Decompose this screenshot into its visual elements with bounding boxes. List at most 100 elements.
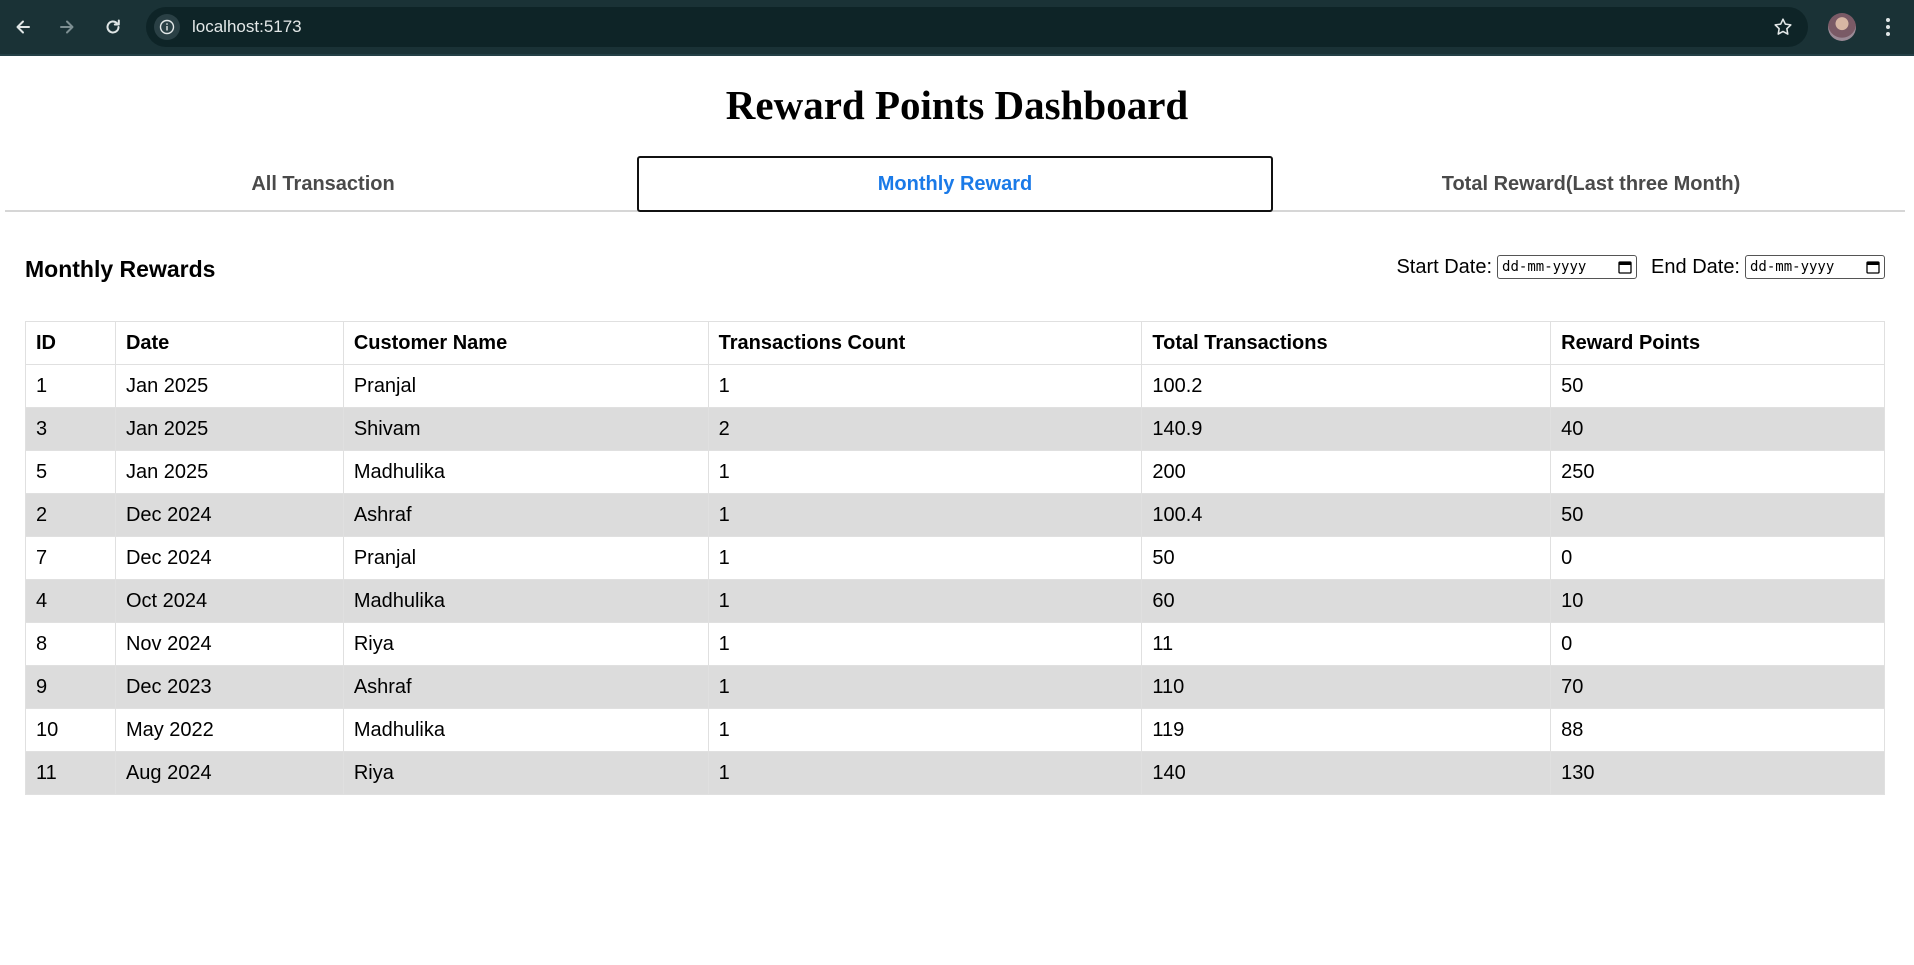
cell-reward-points: 10 (1550, 579, 1885, 623)
column-header-transactions-count: Transactions Count (707, 321, 1143, 365)
cell-date: Jan 2025 (114, 407, 344, 451)
cell-id: 2 (25, 493, 116, 537)
cell-date: Jan 2025 (114, 364, 344, 408)
cell-customer-name: Madhulika (342, 450, 709, 494)
cell-transactions-count: 1 (707, 450, 1143, 494)
profile-avatar[interactable] (1828, 13, 1856, 41)
cell-transactions-count: 1 (707, 751, 1143, 795)
table-header-row: ID Date Customer Name Transactions Count… (25, 321, 1885, 365)
start-date-label: Start Date: (1396, 255, 1493, 278)
cell-reward-points: 70 (1550, 665, 1885, 709)
cell-total-transactions: 140 (1141, 751, 1552, 795)
cell-date: May 2022 (114, 708, 344, 752)
cell-reward-points: 88 (1550, 708, 1885, 752)
table-row: 5 Jan 2025 Madhulika 1 200 250 (25, 450, 1885, 494)
cell-id: 5 (25, 450, 116, 494)
cell-date: Dec 2023 (114, 665, 344, 709)
cell-transactions-count: 1 (707, 622, 1143, 666)
cell-date: Oct 2024 (114, 579, 344, 623)
table-row: 11 Aug 2024 Riya 1 140 130 (25, 751, 1885, 795)
cell-transactions-count: 1 (707, 493, 1143, 537)
cell-date: Nov 2024 (114, 622, 344, 666)
back-arrow-icon[interactable] (8, 12, 38, 42)
cell-transactions-count: 2 (707, 407, 1143, 451)
cell-transactions-count: 1 (707, 708, 1143, 752)
cell-reward-points: 40 (1550, 407, 1885, 451)
cell-date: Dec 2024 (114, 536, 344, 580)
calendar-icon[interactable] (1866, 260, 1880, 274)
table-row: 1 Jan 2025 Pranjal 1 100.2 50 (25, 364, 1885, 408)
bookmark-star-icon[interactable] (1772, 16, 1794, 38)
cell-total-transactions: 140.9 (1141, 407, 1552, 451)
date-filters: Start Date: dd-mm-yyyy End Date: dd-mm-y… (1396, 255, 1885, 279)
tab-total-reward[interactable]: Total Reward(Last three Month) (1273, 156, 1909, 212)
cell-customer-name: Ashraf (342, 493, 709, 537)
cell-reward-points: 130 (1550, 751, 1885, 795)
cell-total-transactions: 50 (1141, 536, 1552, 580)
tab-monthly-reward[interactable]: Monthly Reward (637, 156, 1273, 212)
monthly-rewards-table: ID Date Customer Name Transactions Count… (25, 321, 1885, 795)
column-header-reward-points: Reward Points (1550, 321, 1885, 365)
cell-date: Dec 2024 (114, 493, 344, 537)
table-row: 8 Nov 2024 Riya 1 11 0 (25, 622, 1885, 666)
start-date-input[interactable]: dd-mm-yyyy (1497, 255, 1638, 279)
cell-total-transactions: 60 (1141, 579, 1552, 623)
cell-id: 3 (25, 407, 116, 451)
column-header-date: Date (114, 321, 344, 365)
cell-total-transactions: 100.4 (1141, 493, 1552, 537)
cell-total-transactions: 100.2 (1141, 364, 1552, 408)
cell-total-transactions: 200 (1141, 450, 1552, 494)
table-row: 4 Oct 2024 Madhulika 1 60 10 (25, 579, 1885, 623)
end-date-placeholder: dd-mm-yyyy (1750, 259, 1835, 275)
cell-customer-name: Riya (342, 622, 709, 666)
page-content: Reward Points Dashboard All Transaction … (0, 58, 1914, 965)
start-date-placeholder: dd-mm-yyyy (1502, 259, 1587, 275)
address-url[interactable]: localhost:5173 (192, 7, 302, 47)
cell-transactions-count: 1 (707, 364, 1143, 408)
calendar-icon[interactable] (1618, 260, 1632, 274)
cell-id: 10 (25, 708, 116, 752)
browser-toolbar: localhost:5173 (0, 0, 1914, 56)
cell-customer-name: Madhulika (342, 708, 709, 752)
cell-total-transactions: 119 (1141, 708, 1552, 752)
end-date-input[interactable]: dd-mm-yyyy (1745, 255, 1885, 279)
cell-customer-name: Shivam (342, 407, 709, 451)
column-header-customer-name: Customer Name (342, 321, 709, 365)
column-header-total-transactions: Total Transactions (1141, 321, 1552, 365)
cell-customer-name: Madhulika (342, 579, 709, 623)
table-row: 9 Dec 2023 Ashraf 1 110 70 (25, 665, 1885, 709)
cell-reward-points: 50 (1550, 493, 1885, 537)
cell-customer-name: Pranjal (342, 536, 709, 580)
reload-icon[interactable] (98, 12, 128, 42)
end-date-label: End Date: (1651, 255, 1740, 278)
cell-id: 9 (25, 665, 116, 709)
cell-reward-points: 250 (1550, 450, 1885, 494)
cell-id: 11 (25, 751, 116, 795)
cell-customer-name: Ashraf (342, 665, 709, 709)
kebab-menu-icon[interactable] (1874, 12, 1902, 42)
address-bar[interactable]: localhost:5173 (146, 7, 1808, 47)
cell-total-transactions: 11 (1141, 622, 1552, 666)
cell-customer-name: Riya (342, 751, 709, 795)
cell-transactions-count: 1 (707, 536, 1143, 580)
cell-date: Jan 2025 (114, 450, 344, 494)
forward-arrow-icon[interactable] (52, 12, 82, 42)
cell-id: 8 (25, 622, 116, 666)
tab-bar: All Transaction Monthly Reward Total Rew… (5, 156, 1905, 212)
site-info-icon[interactable] (154, 14, 180, 40)
cell-reward-points: 0 (1550, 536, 1885, 580)
cell-transactions-count: 1 (707, 665, 1143, 709)
cell-customer-name: Pranjal (342, 364, 709, 408)
cell-reward-points: 0 (1550, 622, 1885, 666)
table-row: 3 Jan 2025 Shivam 2 140.9 40 (25, 407, 1885, 451)
page-title: Reward Points Dashboard (725, 82, 1189, 128)
table-row: 2 Dec 2024 Ashraf 1 100.4 50 (25, 493, 1885, 537)
cell-id: 1 (25, 364, 116, 408)
tab-all-transaction[interactable]: All Transaction (5, 156, 641, 212)
cell-date: Aug 2024 (114, 751, 344, 795)
column-header-id: ID (25, 321, 116, 365)
cell-reward-points: 50 (1550, 364, 1885, 408)
table-row: 7 Dec 2024 Pranjal 1 50 0 (25, 536, 1885, 580)
cell-transactions-count: 1 (707, 579, 1143, 623)
table-row: 10 May 2022 Madhulika 1 119 88 (25, 708, 1885, 752)
